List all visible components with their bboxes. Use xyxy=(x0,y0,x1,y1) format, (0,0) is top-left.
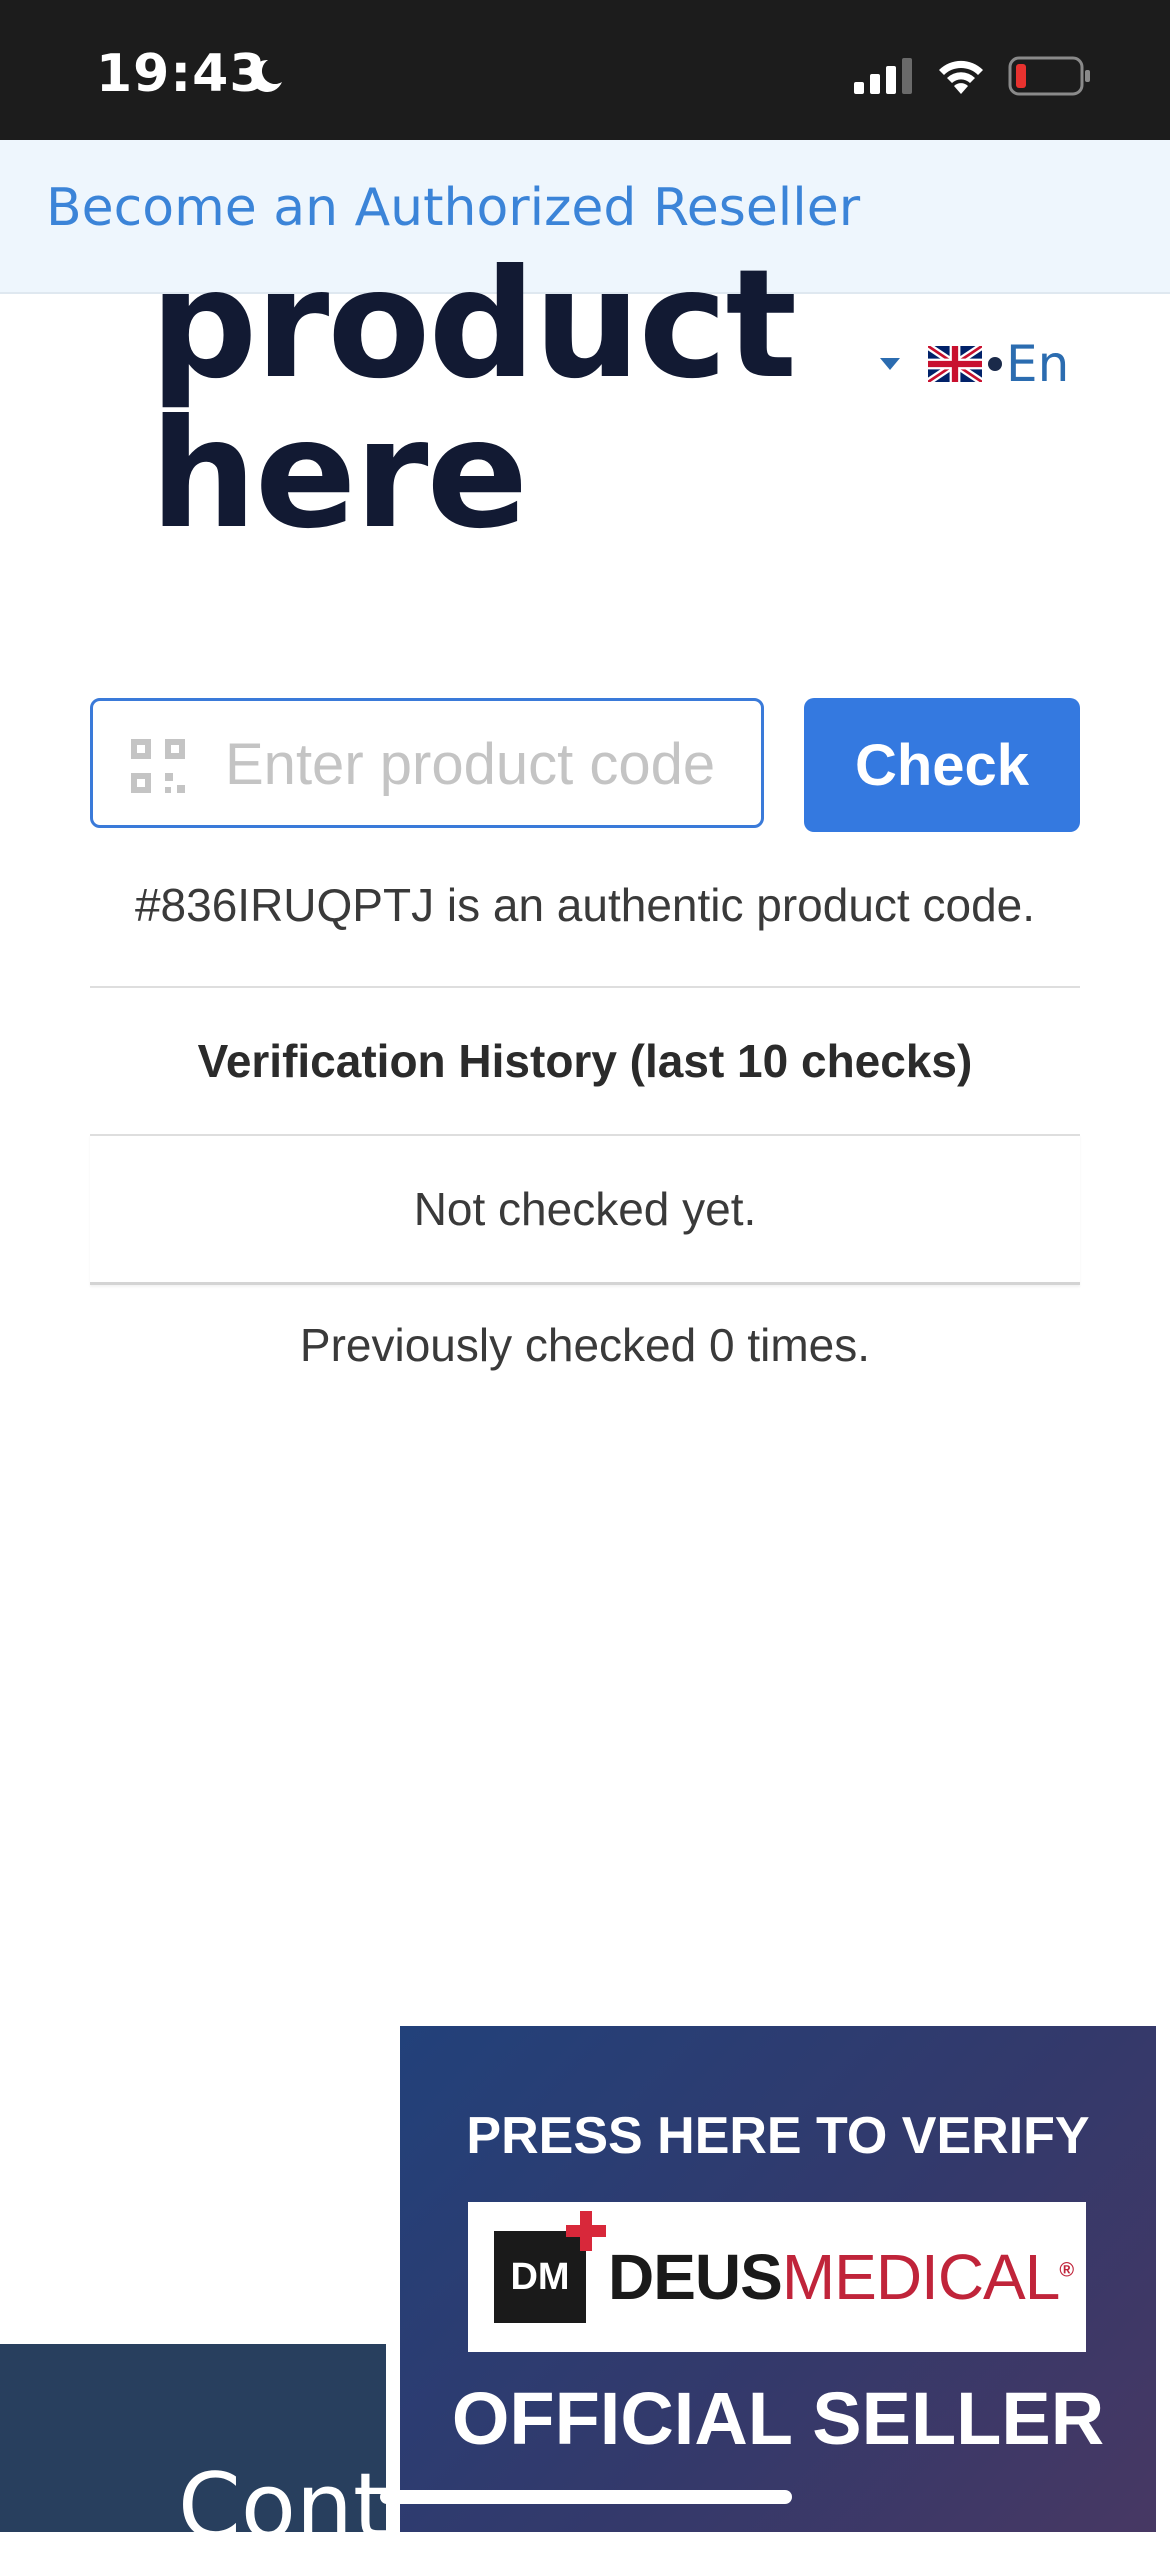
moon-icon xyxy=(246,56,286,101)
check-button[interactable]: Check xyxy=(804,698,1080,832)
status-bar: 19:43 xyxy=(0,0,1170,140)
verify-seller-badge[interactable]: PRESS HERE TO VERIFY DM DEUSMEDICAL® OFF… xyxy=(386,2012,1170,2532)
status-time: 19:43 xyxy=(96,44,267,104)
brand-name: DEUSMEDICAL® xyxy=(608,2240,1074,2314)
check-count: Previously checked 0 times. xyxy=(299,1319,871,1371)
home-indicator[interactable] xyxy=(380,2490,792,2504)
history-header: Verification History (last 10 checks) xyxy=(90,986,1080,1134)
qr-code-icon[interactable] xyxy=(131,739,187,800)
history-empty-row: Not checked yet. xyxy=(90,1134,1080,1285)
registered-mark: ® xyxy=(1059,2259,1074,2282)
uk-flag-icon xyxy=(928,346,982,382)
product-code-field xyxy=(90,698,764,828)
cellular-signal-icon xyxy=(854,58,914,99)
chevron-down-icon xyxy=(880,358,900,370)
brand-part-2: MEDICAL xyxy=(781,2241,1060,2313)
badge-bottom-text: OFFICIAL SELLER xyxy=(451,2377,1105,2460)
battery-icon xyxy=(1008,56,1092,101)
dm-logo-mark: DM xyxy=(494,2211,606,2323)
language-selector[interactable]: En xyxy=(880,334,1069,394)
deusmedical-logo: DM DEUSMEDICAL® xyxy=(468,2202,1086,2352)
indicator-dot xyxy=(988,357,1002,371)
language-label: En xyxy=(1006,335,1070,393)
medical-cross-icon xyxy=(566,2211,606,2251)
page-heading: product here xyxy=(150,238,797,562)
become-reseller-link[interactable]: Become an Authorized Reseller xyxy=(46,178,860,238)
badge-top-text: PRESS HERE TO VERIFY xyxy=(466,2107,1090,2165)
brand-part-1: DEUS xyxy=(608,2241,783,2313)
badge-panel: PRESS HERE TO VERIFY DM DEUSMEDICAL® OFF… xyxy=(400,2026,1156,2532)
verification-history-table: Verification History (last 10 checks) No… xyxy=(90,986,1080,1285)
footer-contact-heading: Cont xyxy=(178,2454,389,2559)
product-code-input[interactable] xyxy=(223,721,747,807)
logo-mark-text: DM xyxy=(510,2255,570,2298)
wifi-icon xyxy=(936,56,986,101)
verification-result: #836IRUQPTJ is an authentic product code… xyxy=(134,879,1036,931)
